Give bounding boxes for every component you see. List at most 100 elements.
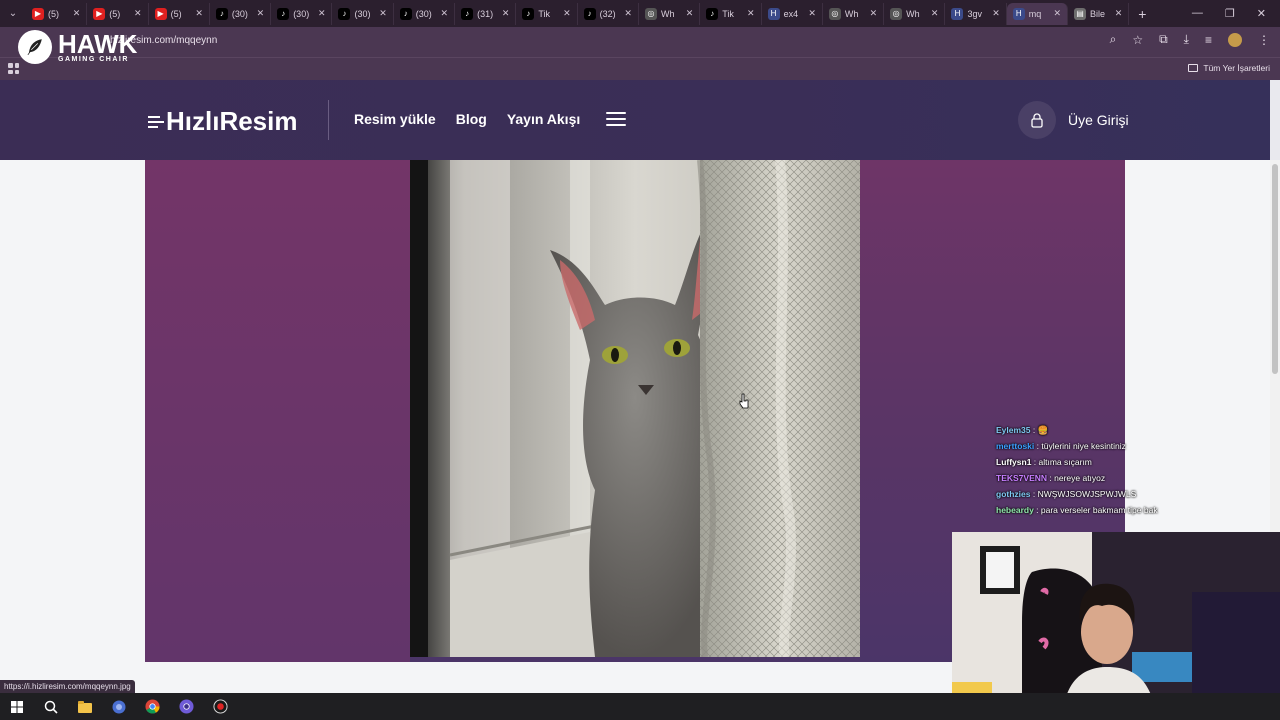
browser-tab[interactable]: ♪ (31) ✕ <box>455 2 517 25</box>
profile-avatar[interactable] <box>1228 32 1242 47</box>
scrollbar-thumb[interactable] <box>1272 164 1278 374</box>
browser-tab[interactable]: ♪ (30) ✕ <box>394 2 456 25</box>
lock-icon <box>1018 101 1056 139</box>
obs-record-icon[interactable] <box>212 698 229 715</box>
chat-username[interactable]: merttoski <box>996 441 1034 451</box>
h-icon: H <box>1012 7 1025 20</box>
chat-username[interactable]: gothzies <box>996 489 1030 499</box>
chat-username[interactable]: Luffysn1 <box>996 457 1031 467</box>
globe-icon: ◎ <box>644 7 657 20</box>
close-tab-icon[interactable]: ✕ <box>502 8 510 19</box>
nav-blog[interactable]: Blog <box>456 111 487 127</box>
bookmark-star-icon[interactable]: ☆ <box>1132 33 1143 47</box>
nav-stream[interactable]: Yayın Akışı <box>507 111 580 127</box>
chat-message: gothzies : NWŞWJSOWJSPWJWLS <box>996 489 1137 499</box>
header-divider <box>328 100 329 140</box>
search-icon[interactable] <box>42 698 59 715</box>
chrome-profile-icon[interactable] <box>178 698 195 715</box>
browser-tab[interactable]: ◎ Wh ✕ <box>884 2 946 25</box>
zoom-icon[interactable]: ⌕ <box>1110 32 1117 47</box>
browser-tab[interactable]: Hmq ✕ <box>1006 2 1069 25</box>
chat-username[interactable]: Eylem35 <box>996 425 1031 435</box>
close-tab-icon[interactable]: ✕ <box>134 8 142 19</box>
browser-menu-icon[interactable]: ⋮ <box>1258 33 1270 47</box>
main-nav: Resim yükle Blog Yayın Akışı <box>354 111 627 127</box>
media-control-icon[interactable]: ≡ <box>1205 33 1212 47</box>
chat-username[interactable]: TEKS7VENN <box>996 473 1047 483</box>
close-tab-icon[interactable]: ✕ <box>686 8 694 19</box>
site-logo[interactable]: HızlıResim <box>148 106 298 137</box>
tiktok-icon: ♪ <box>215 7 228 20</box>
taskbar <box>0 693 1280 720</box>
close-tab-icon[interactable]: ✕ <box>318 8 326 19</box>
youtube-icon: ▶ <box>93 7 106 20</box>
close-tab-icon[interactable]: ✕ <box>624 8 632 19</box>
chat-username[interactable]: hebeardy <box>996 505 1034 515</box>
tiktok-icon: ♪ <box>338 7 351 20</box>
streamer-webcam <box>952 532 1280 720</box>
uploaded-image[interactable] <box>410 160 860 657</box>
doc-icon: ▤ <box>1074 7 1087 20</box>
close-tab-icon[interactable]: ✕ <box>931 8 939 19</box>
stream-chat-overlay: Eylem35 : 🍔 merttoski : tüylerini niye ke… <box>996 423 1276 519</box>
close-tab-icon[interactable]: ✕ <box>257 8 265 19</box>
close-tab-icon[interactable]: ✕ <box>992 8 1000 19</box>
close-tab-icon[interactable]: ✕ <box>747 8 755 19</box>
chat-text: altıma sıçarım <box>1038 457 1092 467</box>
app-icon-blue[interactable] <box>110 698 127 715</box>
all-bookmarks-button[interactable]: Tüm Yer İşaretleri <box>1188 63 1270 73</box>
browser-tab[interactable]: ▶ (5) ✕ <box>87 2 149 25</box>
download-icon[interactable]: ⤓ <box>1184 32 1189 47</box>
chat-text: tüylerini niye kesintiniz <box>1041 441 1126 451</box>
login-label: Üye Girişi <box>1068 112 1129 128</box>
new-tab-button[interactable]: + <box>1129 6 1155 22</box>
close-tab-icon[interactable]: ✕ <box>563 8 571 19</box>
tab-title: Wh <box>844 8 859 19</box>
hawk-brand-sub: GAMING CHAIR <box>58 55 129 63</box>
browser-tab[interactable]: ♪ (30) ✕ <box>332 2 394 25</box>
browser-tab[interactable]: ▶ (5) ✕ <box>149 2 210 25</box>
hawk-overlay-logo: HAWK GAMING CHAIR <box>18 30 137 64</box>
browser-tab[interactable]: ◎ Wh ✕ <box>639 2 701 25</box>
h-icon: H <box>951 7 964 20</box>
hamburger-menu-icon[interactable] <box>606 112 627 126</box>
tab-title: Wh <box>906 8 920 19</box>
browser-tab[interactable]: ♪ (30) ✕ <box>210 2 272 25</box>
tab-title: Wh <box>660 8 675 19</box>
extensions-icon[interactable]: ⧉ <box>1159 32 1168 47</box>
file-explorer-icon[interactable] <box>76 698 93 715</box>
minimize-button[interactable]: — <box>1192 7 1203 20</box>
close-tab-icon[interactable]: ✕ <box>808 8 816 19</box>
browser-tab[interactable]: ♪ (30) ✕ <box>271 2 333 25</box>
tab-title: (30) <box>415 8 432 19</box>
browser-tab[interactable]: ♪ Tik ✕ <box>516 2 578 25</box>
close-tab-icon[interactable]: ✕ <box>441 8 449 19</box>
close-window-button[interactable]: ✕ <box>1257 7 1266 20</box>
youtube-icon: ▶ <box>32 7 44 20</box>
speed-lines-icon <box>148 113 164 131</box>
chrome-icon[interactable] <box>144 698 161 715</box>
tiktok-icon: ♪ <box>399 7 412 20</box>
browser-tab[interactable]: ◎ Wh ✕ <box>823 2 885 25</box>
tab-search-button[interactable]: ⌄ <box>0 0 26 27</box>
close-tab-icon[interactable]: ✕ <box>870 8 878 19</box>
restore-button[interactable]: ❐ <box>1225 7 1235 20</box>
close-tab-icon[interactable]: ✕ <box>1054 8 1062 19</box>
login-button[interactable]: Üye Girişi <box>1018 101 1129 139</box>
h-icon: H <box>767 7 780 20</box>
browser-tab[interactable]: H 3gv ✕ <box>945 2 1007 25</box>
close-tab-icon[interactable]: ✕ <box>73 8 81 19</box>
close-tab-icon[interactable]: ✕ <box>379 8 387 19</box>
close-tab-icon[interactable]: ✕ <box>1115 8 1123 19</box>
close-tab-icon[interactable]: ✕ <box>195 8 203 19</box>
nav-upload-image[interactable]: Resim yükle <box>354 111 436 127</box>
browser-tab[interactable]: ♪ (32) ✕ <box>578 2 639 25</box>
browser-tab[interactable]: Hex4 ✕ <box>762 2 823 25</box>
browser-tab[interactable]: ♪ Tik ✕ <box>700 2 762 25</box>
browser-tab[interactable]: ▤ Bile ✕ <box>1068 2 1130 25</box>
windows-start-icon[interactable] <box>8 698 25 715</box>
apps-grid-icon[interactable] <box>8 63 19 74</box>
browser-tab[interactable]: ▶ (5) ✕ <box>26 2 88 25</box>
chat-message: merttoski : tüylerini niye kesintiniz <box>996 441 1126 451</box>
tab-title: (5) <box>48 8 59 19</box>
